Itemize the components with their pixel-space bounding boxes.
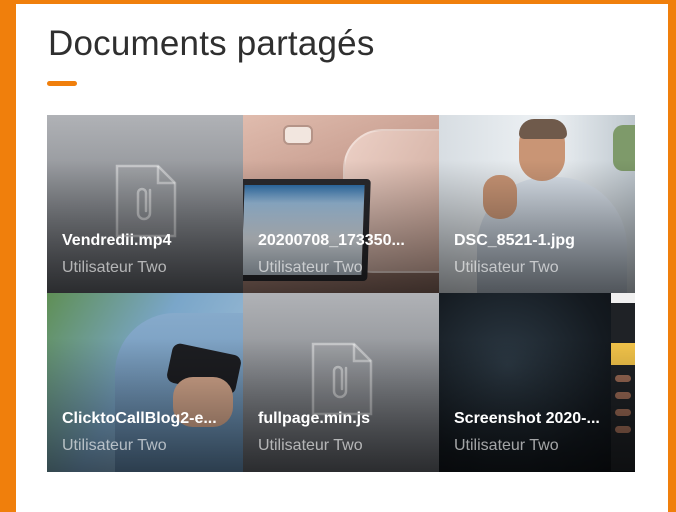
document-owner: Utilisateur Two	[454, 437, 559, 454]
document-name: 20200708_173350...	[258, 232, 405, 249]
document-owner: Utilisateur Two	[258, 259, 363, 276]
document-tile[interactable]: Vendredii.mp4 Utilisateur Two	[47, 115, 243, 293]
document-owner: Utilisateur Two	[454, 259, 559, 276]
document-tile[interactable]: 20200708_173350... Utilisateur Two	[243, 115, 439, 293]
document-tile[interactable]: fullpage.min.js Utilisateur Two	[243, 293, 439, 472]
document-name: DSC_8521-1.jpg	[454, 232, 575, 249]
document-tile[interactable]: DSC_8521-1.jpg Utilisateur Two	[439, 115, 635, 293]
document-name: Vendredii.mp4	[62, 232, 172, 249]
document-owner: Utilisateur Two	[62, 259, 167, 276]
shared-documents-panel: Documents partagés Vendredii.mp4 Utilisa…	[16, 4, 668, 512]
document-owner: Utilisateur Two	[62, 437, 167, 454]
document-name: ClicktoCallBlog2-e...	[62, 410, 217, 427]
documents-grid: Vendredii.mp4 Utilisateur Two 20200708_1…	[47, 115, 635, 472]
page-title: Documents partagés	[48, 24, 375, 63]
document-owner: Utilisateur Two	[258, 437, 363, 454]
document-tile[interactable]: Screenshot 2020-... Utilisateur Two	[439, 293, 635, 472]
title-accent-underline	[47, 81, 77, 86]
document-name: Screenshot 2020-...	[454, 410, 600, 427]
document-tile[interactable]: ClicktoCallBlog2-e... Utilisateur Two	[47, 293, 243, 472]
document-name: fullpage.min.js	[258, 410, 371, 427]
